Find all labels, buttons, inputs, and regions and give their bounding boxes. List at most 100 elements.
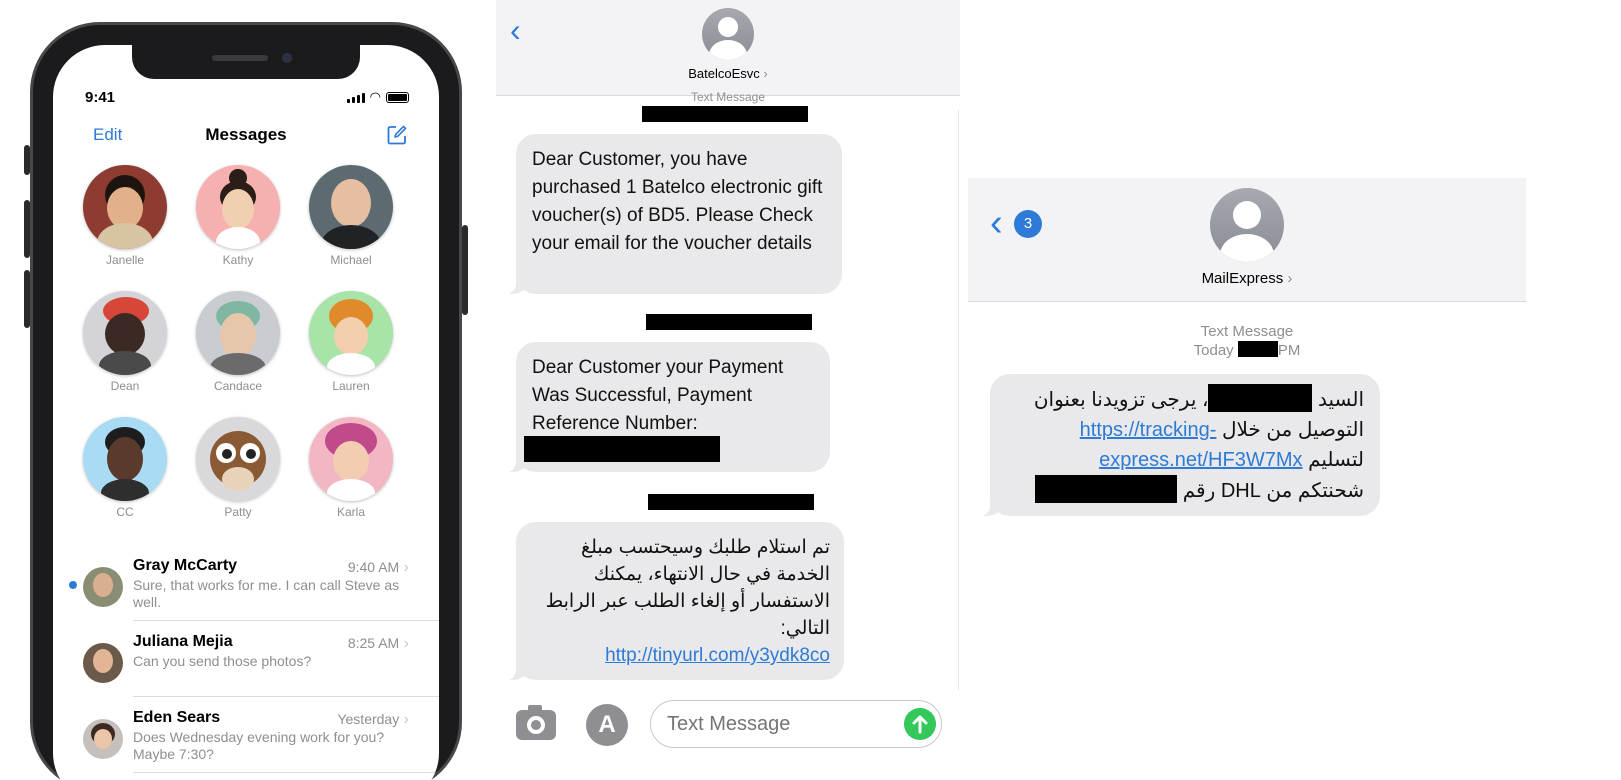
avatar (196, 291, 280, 375)
redacted-timestamp (642, 106, 808, 122)
avatar (83, 165, 167, 249)
front-camera (282, 53, 292, 63)
notch (132, 45, 360, 79)
redacted-timestamp (646, 314, 812, 330)
thread-label: Text Message (1200, 323, 1294, 340)
cellular-signal-icon (346, 93, 365, 103)
redacted-name (1208, 384, 1313, 412)
message-line: التوصيل من خلال https://tracking- (1006, 415, 1364, 445)
pinned-contact[interactable]: Janelle (75, 165, 175, 267)
back-chevron-icon[interactable]: ‹ (510, 12, 521, 49)
pinned-contact[interactable]: CC (75, 417, 175, 519)
avatar (196, 165, 280, 249)
message-text: Dear Customer your Payment Was Successfu… (532, 357, 784, 434)
redacted-tracking-number (1035, 475, 1178, 503)
avatar (83, 719, 123, 759)
message-input-bar: A (496, 698, 960, 750)
avatar (83, 567, 123, 607)
send-arrow-icon[interactable] (904, 708, 936, 740)
avatar (83, 643, 123, 683)
volume-up-button (24, 200, 30, 258)
thread-header: ‹ 3 MailExpress › (968, 178, 1526, 302)
timestamp: Today PM (968, 341, 1526, 360)
conversation-preview: Sure, that works for me. I can call Stev… (133, 577, 400, 610)
thread-label: Text Message (690, 90, 766, 104)
avatar (83, 417, 167, 501)
day-label: Today (1193, 342, 1234, 359)
phishing-link[interactable]: http://tinyurl.com/y3ydk8co (605, 642, 830, 669)
unread-count-badge[interactable]: 3 (1014, 210, 1042, 238)
phishing-link[interactable]: express.net/HF3W7Mx (1099, 445, 1302, 475)
conversation-row[interactable]: Gray McCarty 9:40 AM Sure, that works fo… (53, 545, 439, 621)
conversation-name: Gray McCarty (133, 557, 238, 574)
row-divider (133, 772, 439, 773)
unread-indicator (69, 581, 77, 589)
conversation-time: 8:25 AM (348, 635, 409, 653)
phone-screen: 9:41 ◠ Messages Edit Janelle Kathy Micha… (53, 45, 439, 780)
compose-icon[interactable] (387, 125, 407, 145)
conversation-name: Juliana Mejia (133, 633, 233, 650)
back-chevron-icon[interactable]: ‹ (990, 202, 1003, 245)
pinned-contact[interactable]: Lauren (301, 291, 401, 393)
status-icons: ◠ (346, 89, 409, 104)
conversation-time: 9:40 AM (348, 559, 409, 577)
conversation-name: Eden Sears (133, 709, 221, 726)
message-line: السيد ، يرجى تزويدنا بعنوان (1006, 384, 1364, 415)
volume-down-button (24, 270, 30, 328)
wifi-icon: ◠ (369, 89, 381, 104)
pinned-contact[interactable]: Candace (188, 291, 288, 393)
time-suffix: PM (1277, 342, 1301, 359)
pinned-contact[interactable]: Patty (188, 417, 288, 519)
avatar (309, 417, 393, 501)
pinned-contact-name: Dean (110, 379, 140, 393)
pinned-contact-name: Patty (224, 505, 252, 519)
avatar (309, 165, 393, 249)
conversation-time: Yesterday (337, 711, 409, 729)
pinned-contact[interactable]: Karla (301, 417, 401, 519)
contact-name-text: MailExpress (1201, 270, 1284, 287)
thread-header: ‹ BatelcoEsvc › (496, 0, 960, 96)
message-text: Dear Customer, you have purchased 1 Bate… (532, 149, 823, 254)
contact-avatar-icon[interactable] (1210, 188, 1284, 262)
avatar (83, 291, 167, 375)
redacted-time (1237, 341, 1278, 357)
pinned-contact-name: Lauren (332, 379, 370, 393)
avatar (309, 291, 393, 375)
pinned-contact-name: Kathy (222, 253, 254, 267)
pinned-contact[interactable]: Kathy (188, 165, 288, 267)
message-line: لتسليم express.net/HF3W7Mx (1006, 445, 1364, 475)
conversation-preview: Can you send those photos? (133, 653, 312, 669)
pinned-contact-name: Janelle (105, 253, 145, 267)
message-bubble: Dear Customer, you have purchased 1 Bate… (504, 134, 842, 294)
pinned-contact[interactable]: Michael (301, 165, 401, 267)
sms-thread-mailexpress: ‹ 3 MailExpress › Text Message Today PM … (968, 178, 1526, 528)
redacted-timestamp (648, 494, 814, 510)
pinned-contact[interactable]: Dean (75, 291, 175, 393)
phishing-link[interactable]: https://tracking- (1080, 415, 1217, 445)
conversation-row[interactable]: Juliana Mejia 8:25 AM Can you send those… (53, 621, 439, 697)
message-bubble: تم استلام طلبك وسيحتسب مبلغ الخدمة في حا… (504, 522, 844, 680)
pinned-contact-name: Candace (213, 379, 263, 393)
panel-divider (958, 110, 959, 690)
iphone-mockup: 9:41 ◠ Messages Edit Janelle Kathy Micha… (24, 22, 468, 780)
status-time: 9:41 (85, 89, 116, 106)
message-text: تم استلام طلبك وسيحتسب مبلغ الخدمة في حا… (545, 537, 830, 639)
contact-name[interactable]: BatelcoEsvc › (496, 66, 960, 81)
contact-name[interactable]: MailExpress › (968, 270, 1526, 287)
conversation-preview: Does Wednesday evening work for you? May… (133, 729, 385, 762)
speaker (212, 55, 268, 61)
mute-switch (24, 145, 30, 175)
contact-name-text: BatelcoEsvc (688, 66, 760, 81)
avatar (196, 417, 280, 501)
app-store-icon[interactable]: A (586, 704, 628, 746)
pinned-contact-name: Karla (336, 505, 365, 519)
message-input[interactable] (650, 700, 942, 748)
pinned-contact-name: CC (116, 505, 134, 519)
side-button (462, 225, 468, 315)
edit-button[interactable]: Edit (93, 125, 122, 145)
camera-icon[interactable] (516, 710, 556, 740)
contact-avatar-icon[interactable] (702, 8, 754, 60)
conversation-row[interactable]: Eden Sears Yesterday Does Wednesday even… (53, 697, 439, 773)
redacted-reference-number (524, 436, 720, 462)
pinned-contact-name: Michael (330, 253, 372, 267)
